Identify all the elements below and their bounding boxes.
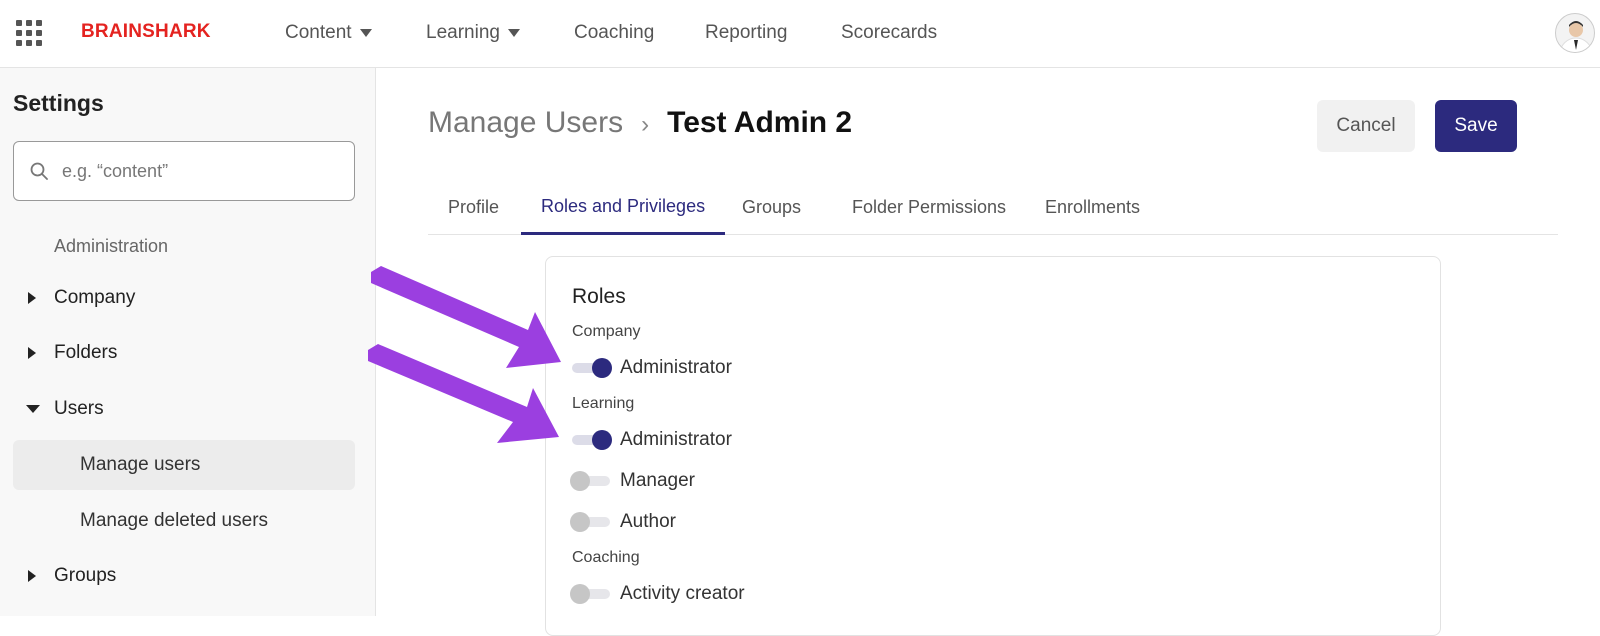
tab-roles-and-privileges[interactable]: Roles and Privileges	[521, 180, 726, 235]
tab-enrollments[interactable]: Enrollments	[1025, 180, 1160, 235]
collapse-arrow-icon	[26, 405, 40, 413]
role-company-administrator: Administrator	[570, 355, 732, 381]
role-learning-manager: Manager	[570, 468, 695, 494]
breadcrumb-manage-users-link[interactable]: Manage Users	[428, 106, 623, 140]
annotation-arrow-icon	[371, 266, 561, 368]
sidebar-search-input[interactable]	[62, 156, 342, 186]
tab-groups[interactable]: Groups	[722, 180, 821, 235]
role-label: Author	[620, 511, 676, 532]
sidebar-item-label: Folders	[54, 342, 118, 363]
role-toggle[interactable]	[570, 582, 612, 606]
expand-arrow-icon	[28, 570, 36, 582]
role-learning-author: Author	[570, 509, 676, 535]
breadcrumb-separator-icon: ›	[641, 111, 650, 138]
nav-coaching[interactable]: Coaching	[574, 22, 654, 44]
settings-sidebar: Settings Administration Company Folders …	[0, 68, 376, 616]
nav-content-label: Content	[285, 22, 352, 43]
sidebar-item-users[interactable]: Users	[0, 384, 376, 434]
search-icon	[30, 162, 48, 180]
role-toggle[interactable]	[570, 428, 612, 452]
role-toggle[interactable]	[570, 510, 612, 534]
user-tabs: Profile Roles and Privileges Groups Fold…	[428, 180, 1558, 235]
nav-learning[interactable]: Learning	[426, 22, 520, 44]
annotation-arrow-icon	[368, 344, 559, 443]
chevron-down-icon	[359, 29, 372, 37]
role-label: Manager	[620, 470, 695, 491]
nav-reporting[interactable]: Reporting	[705, 22, 787, 44]
role-group-learning: Learning	[572, 395, 635, 412]
sidebar-subitem-label: Manage users	[80, 454, 201, 475]
sidebar-item-groups[interactable]: Groups	[0, 551, 376, 601]
expand-arrow-icon	[28, 347, 36, 359]
role-label: Administrator	[620, 429, 732, 450]
role-group-coaching: Coaching	[572, 549, 640, 566]
top-navigation-bar: BRAINSHARK Content Learning Coaching Rep…	[0, 0, 1600, 68]
page-title: Test Admin 2	[667, 106, 853, 139]
sidebar-section-administration: Administration	[54, 236, 169, 256]
roles-card: Roles Company Administrator Learning Adm…	[545, 256, 1441, 636]
sidebar-item-folders[interactable]: Folders	[0, 328, 376, 378]
sidebar-subitem-manage-deleted-users[interactable]: Manage deleted users	[13, 496, 355, 546]
role-coaching-activity-creator: Activity creator	[570, 581, 745, 607]
sidebar-title: Settings	[13, 90, 104, 116]
user-avatar[interactable]	[1555, 13, 1595, 53]
role-toggle[interactable]	[570, 356, 612, 380]
sidebar-item-label: Groups	[54, 565, 117, 586]
role-toggle[interactable]	[570, 469, 612, 493]
sidebar-item-label: Users	[54, 398, 104, 419]
sidebar-search	[13, 141, 355, 201]
sidebar-item-company[interactable]: Company	[0, 273, 376, 323]
role-label: Administrator	[620, 357, 732, 378]
chevron-down-icon	[507, 29, 520, 37]
sidebar-subitem-manage-users[interactable]: Manage users	[13, 440, 355, 490]
sidebar-subitem-label: Manage deleted users	[80, 510, 269, 531]
expand-arrow-icon	[28, 292, 36, 304]
roles-title: Roles	[572, 285, 626, 308]
nav-content[interactable]: Content	[285, 22, 372, 44]
brainshark-logo[interactable]: BRAINSHARK	[81, 21, 211, 43]
nav-learning-label: Learning	[426, 22, 500, 43]
tab-folder-permissions[interactable]: Folder Permissions	[832, 180, 1026, 235]
app-launcher-icon[interactable]	[16, 20, 42, 46]
save-button[interactable]: Save	[1435, 100, 1517, 152]
sidebar-item-label: Company	[54, 287, 136, 308]
role-learning-administrator: Administrator	[570, 427, 732, 453]
role-group-company: Company	[572, 323, 641, 340]
nav-scorecards[interactable]: Scorecards	[841, 22, 937, 44]
breadcrumb: Manage Users › Test Admin 2	[428, 106, 852, 140]
cancel-button[interactable]: Cancel	[1317, 100, 1415, 152]
role-label: Activity creator	[620, 583, 745, 604]
tab-profile[interactable]: Profile	[428, 180, 519, 235]
